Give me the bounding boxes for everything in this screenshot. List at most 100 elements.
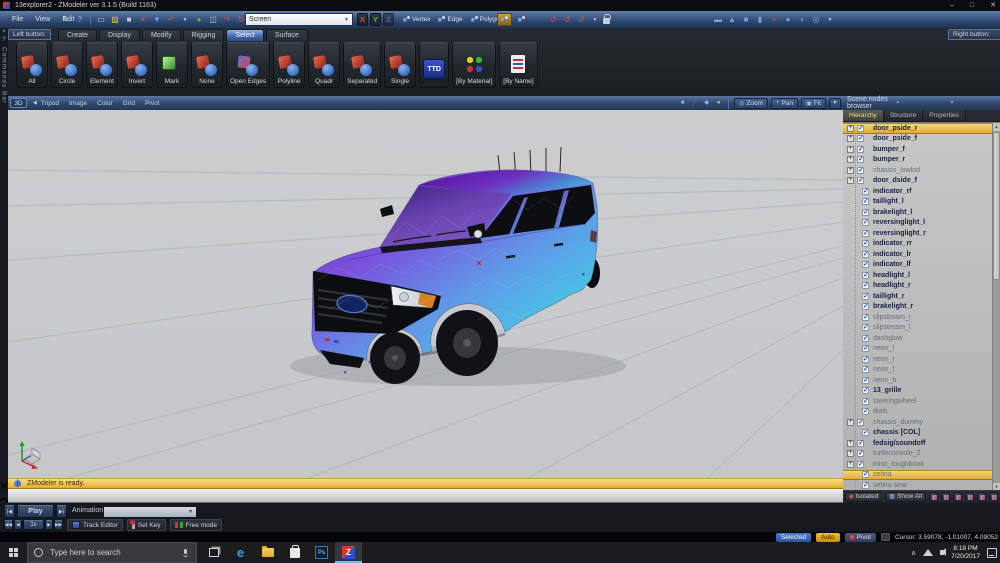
taskbar-clock[interactable]: 8:18 PM 7/20/2017 xyxy=(951,545,980,560)
tree-node-setina-seat[interactable]: ✓setina seat xyxy=(843,480,1000,490)
tree-node-bumper-r[interactable]: +✓bumper_r xyxy=(843,155,1000,166)
undo-menu-icon[interactable]: ▼ xyxy=(179,14,191,26)
viewport-canvas[interactable] xyxy=(8,110,843,478)
material-editor-icon[interactable]: ● xyxy=(193,14,205,26)
action-center-icon[interactable] xyxy=(987,548,997,558)
node-checkbox[interactable]: ✓ xyxy=(862,377,869,384)
node-checkbox[interactable]: ✓ xyxy=(862,188,869,195)
node-checkbox[interactable]: ✓ xyxy=(862,482,869,489)
step-fwd-fast-button[interactable]: ▶▶ xyxy=(54,520,63,530)
node-checkbox[interactable]: ✓ xyxy=(862,387,869,394)
node-checkbox[interactable]: ✓ xyxy=(857,135,864,142)
fit-button[interactable]: ▣Fit xyxy=(801,98,826,109)
node-checkbox[interactable]: ✓ xyxy=(857,125,864,132)
pin-icon[interactable]: ▪ xyxy=(897,100,943,106)
taskbar-app-task-view[interactable] xyxy=(200,542,227,563)
pivot-button[interactable]: Pivot xyxy=(845,533,876,542)
ribbon-button-ttd[interactable]: TTD xyxy=(419,42,449,88)
tree-node-steeringwheel[interactable]: ✓steeringwheel xyxy=(843,396,1000,407)
tree-node-indicator-lf[interactable]: ✓indicator_lf xyxy=(843,260,1000,271)
step-back-button[interactable]: ◀ xyxy=(14,520,22,530)
lock-icon[interactable] xyxy=(603,18,610,24)
primitive-torus-icon[interactable]: ◎ xyxy=(810,14,822,26)
tree-node-chassis-lowlod[interactable]: +✓chassis_lowlod xyxy=(843,165,1000,176)
speed-button[interactable]: 1x xyxy=(23,520,44,530)
tree-tool-button-5[interactable] xyxy=(977,492,986,502)
open-file-icon[interactable]: ▨ xyxy=(109,14,121,26)
rotate-menu-icon[interactable]: ▼ xyxy=(589,14,601,26)
node-checkbox[interactable]: ✓ xyxy=(862,198,869,205)
step-fwd-button[interactable]: ▶ xyxy=(45,520,53,530)
select-toggle-icon[interactable] xyxy=(497,13,512,26)
maximize-button[interactable]: □ xyxy=(970,2,974,9)
tree-node-taillight-r[interactable]: ✓taillight_r xyxy=(843,291,1000,302)
save-file-icon[interactable]: ■ xyxy=(123,14,135,26)
tree-node-door-pside-f[interactable]: +✓door_pside_f xyxy=(843,134,1000,145)
primitive-sphere-icon[interactable]: ● xyxy=(782,14,794,26)
taskbar-app-photoshop[interactable]: Ps xyxy=(308,542,335,563)
viewport-menu-tripod[interactable]: Tripod xyxy=(41,100,59,107)
tree-node-dashglow[interactable]: ✓dashglow xyxy=(843,333,1000,344)
tree-node-turtleconsole-2[interactable]: +✓turtleconsole_2 xyxy=(843,449,1000,460)
tree-node-reversinglight-r[interactable]: ✓reversinglight_r xyxy=(843,228,1000,239)
node-checkbox[interactable]: ✓ xyxy=(862,345,869,352)
panel-close-icon[interactable]: × xyxy=(950,100,996,106)
primitive-plane-icon[interactable]: ▬ xyxy=(712,14,724,26)
expand-icon[interactable]: + xyxy=(847,419,854,426)
tree-node-headlight-r[interactable]: ✓headlight_r xyxy=(843,281,1000,292)
minimize-button[interactable]: – xyxy=(950,2,954,9)
mode-edge-button[interactable]: Edge xyxy=(435,13,465,26)
node-checkbox[interactable]: ✓ xyxy=(862,408,869,415)
isolated-button[interactable]: ◆ Isolated xyxy=(845,492,882,502)
ribbon-button-by-material[interactable]: [By Material] xyxy=(452,42,496,88)
ribbon-button-none[interactable]: None xyxy=(191,42,223,88)
node-checkbox[interactable]: ✓ xyxy=(862,429,869,436)
microphone-icon[interactable] xyxy=(183,549,188,557)
ribbon-tab-select[interactable]: Select xyxy=(226,29,263,41)
expand-icon[interactable]: + xyxy=(847,146,854,153)
node-checkbox[interactable]: ✓ xyxy=(862,366,869,373)
tree-node-slipstream-l[interactable]: ✓slipstream_l xyxy=(843,323,1000,334)
menu-file[interactable]: File xyxy=(6,16,29,23)
menu-view[interactable]: View xyxy=(29,16,56,23)
tree-tool-button-6[interactable] xyxy=(989,492,998,502)
mode-vertex-button[interactable]: Vertex xyxy=(400,13,433,26)
node-checkbox[interactable]: ✓ xyxy=(862,293,869,300)
view-mode-button[interactable]: 3D xyxy=(10,98,27,108)
node-checkbox[interactable]: ✓ xyxy=(862,261,869,268)
step-back-fast-button[interactable]: ◀◀ xyxy=(4,520,13,530)
primitive-cone-icon[interactable]: ▲ xyxy=(726,14,738,26)
ribbon-button-mark[interactable]: Mark xyxy=(156,42,188,88)
primitive-disc-icon[interactable]: ◗ xyxy=(796,14,808,26)
ribbon-button-single[interactable]: Single xyxy=(384,42,416,88)
rotate-x-icon[interactable]: ↺ xyxy=(547,14,559,26)
scrollbar-thumb[interactable] xyxy=(993,132,1000,280)
tree-tool-button-1[interactable] xyxy=(929,492,938,502)
node-checkbox[interactable]: ✓ xyxy=(857,450,864,457)
ribbon-tab-rigging[interactable]: Rigging xyxy=(183,29,225,41)
node-checkbox[interactable]: ✓ xyxy=(857,440,864,447)
node-checkbox[interactable]: ✓ xyxy=(862,303,869,310)
scroll-up-icon[interactable]: ▲ xyxy=(993,123,1000,131)
delete-icon[interactable]: × xyxy=(137,14,149,26)
show-all-button[interactable]: ▦ Show All xyxy=(885,492,926,502)
panels-icon[interactable]: ◫ xyxy=(207,14,219,26)
node-checkbox[interactable]: ✓ xyxy=(862,219,869,226)
volume-icon[interactable] xyxy=(940,550,944,555)
set-key-button[interactable]: Set Key xyxy=(127,519,166,531)
tree-tool-button-2[interactable] xyxy=(941,492,950,502)
node-checkbox[interactable]: ✓ xyxy=(862,209,869,216)
node-checkbox[interactable]: ✓ xyxy=(857,461,864,468)
scroll-down-icon[interactable]: ▼ xyxy=(993,483,1000,490)
network-icon[interactable] xyxy=(923,549,933,556)
taskbar-search[interactable]: Type here to search xyxy=(27,542,197,563)
viewport-nav-menu-icon[interactable]: ▼ xyxy=(829,98,841,109)
primitive-box-icon[interactable]: ▮ xyxy=(754,14,766,26)
draw-mode-icon[interactable]: ■ xyxy=(678,99,687,108)
node-checkbox[interactable]: ✓ xyxy=(857,167,864,174)
node-checkbox[interactable]: ✓ xyxy=(862,356,869,363)
shade-mode-icon[interactable]: ◆ xyxy=(702,99,711,108)
viewport-menu-color[interactable]: Color xyxy=(97,100,113,107)
close-button[interactable]: ✕ xyxy=(990,2,996,9)
scene-tab-hierarchy[interactable]: Hierarchy xyxy=(843,110,884,121)
